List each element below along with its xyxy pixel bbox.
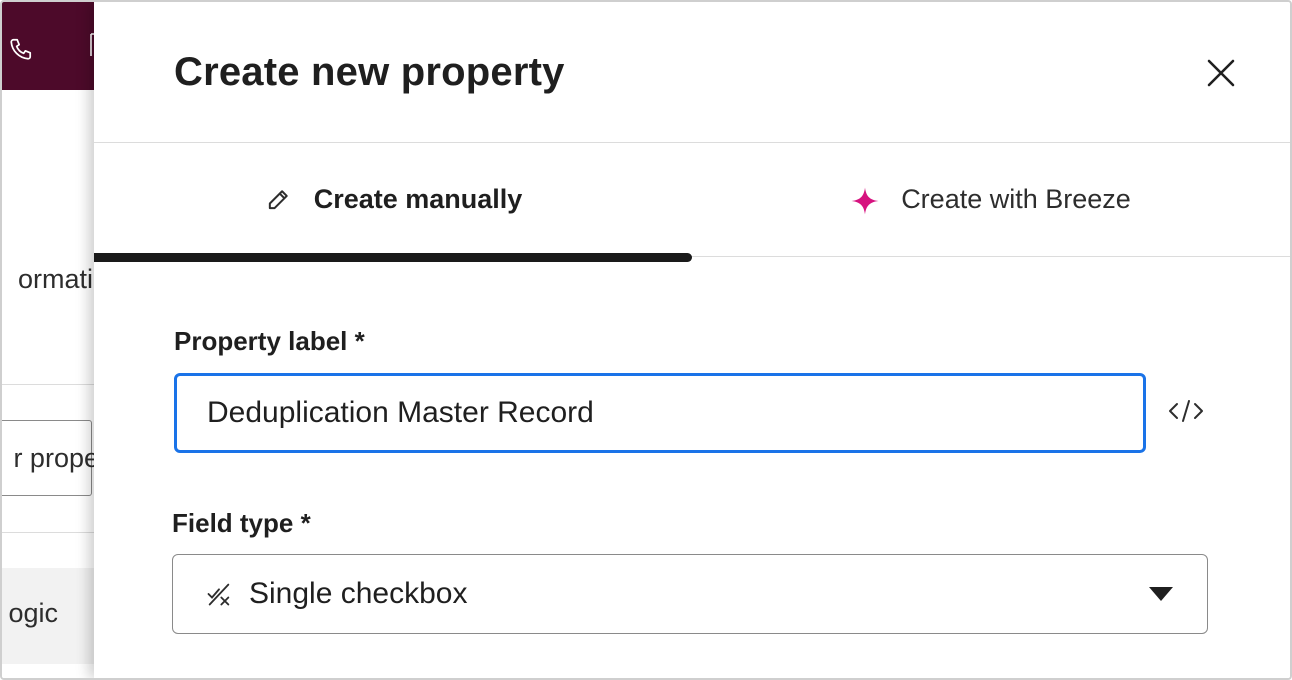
sparkle-icon xyxy=(851,186,879,214)
active-tab-indicator xyxy=(94,253,692,262)
tab-label: Create with Breeze xyxy=(901,184,1131,214)
background-input-text: r prope xyxy=(13,443,94,473)
background-top-nav xyxy=(2,2,94,90)
background-page: ormatio r prope ogic xyxy=(2,2,94,678)
close-icon xyxy=(1207,59,1235,87)
background-logic-item: ogic xyxy=(2,568,94,664)
tab-label: Create manually xyxy=(313,184,523,214)
nav-icon-partial xyxy=(90,33,94,56)
tab-create-with-breeze[interactable]: Create with Breeze xyxy=(692,143,1290,256)
tab-bar: Create manually Create with Breeze xyxy=(94,143,1290,262)
close-button[interactable] xyxy=(1206,58,1236,88)
background-logic-text: ogic xyxy=(8,598,58,628)
background-search-input: r prope xyxy=(2,420,94,496)
field-type-value: Single checkbox xyxy=(249,577,468,610)
property-label-label: Property label * xyxy=(174,326,365,356)
background-info-text: ormatio xyxy=(17,264,94,294)
create-property-panel: Create new property Create manually Crea… xyxy=(94,2,1290,678)
tab-create-manually[interactable]: Create manually xyxy=(94,143,692,262)
phone-icon xyxy=(10,38,32,60)
panel-header: Create new property xyxy=(94,2,1290,143)
chevron-down-icon xyxy=(1149,587,1173,601)
field-type-label: Field type * xyxy=(172,508,311,538)
background-divider xyxy=(2,384,94,385)
code-icon[interactable] xyxy=(1168,398,1204,424)
checkbox-type-icon xyxy=(207,583,230,606)
field-type-select[interactable]: Single checkbox xyxy=(172,554,1208,634)
background-divider xyxy=(2,532,94,533)
page-title: Create new property xyxy=(174,50,565,94)
app-frame: ormatio r prope ogic Create new property xyxy=(0,0,1292,680)
pencil-icon xyxy=(264,186,292,214)
property-label-input[interactable] xyxy=(174,373,1146,453)
